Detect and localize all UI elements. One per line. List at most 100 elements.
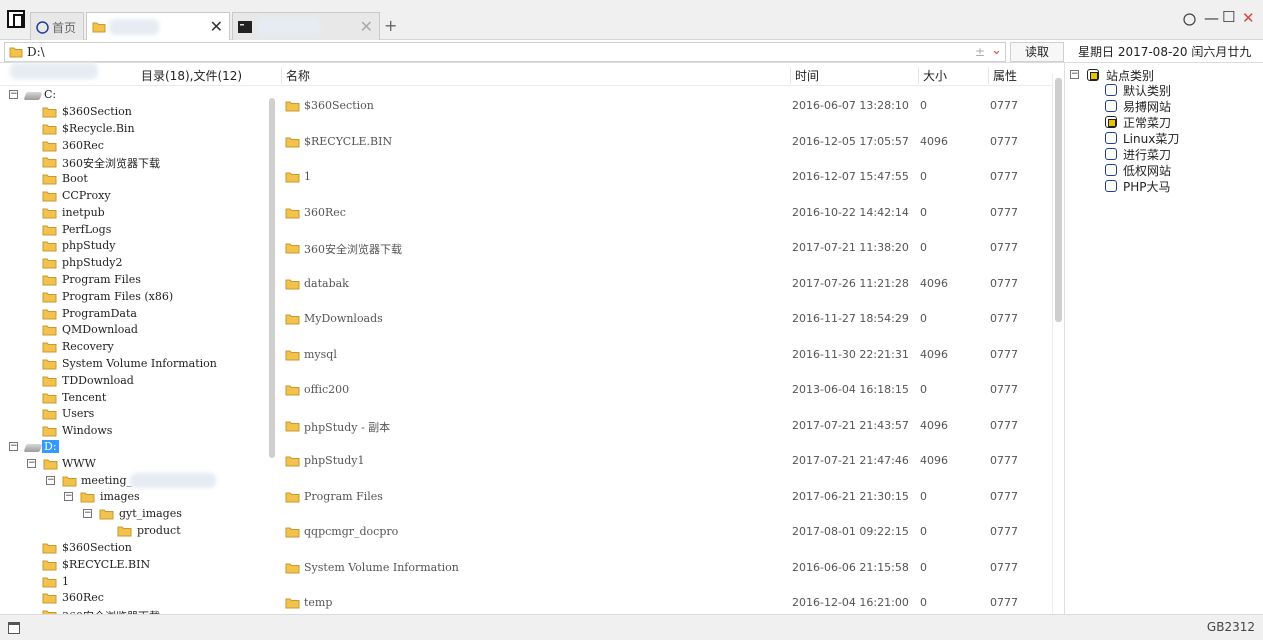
tree-folder-item[interactable]: 360安全浏览器下载 xyxy=(42,607,262,614)
bookmark-icon[interactable]: ± xyxy=(975,45,985,59)
read-button[interactable]: 读取 xyxy=(1010,42,1064,62)
file-row[interactable]: $RECYCLE.BIN 2016-12-05 17:05:57 4096 0777 xyxy=(276,132,1052,152)
tree-folder-item[interactable]: 360Rec xyxy=(42,138,262,154)
tree-folder-item[interactable]: $360Section xyxy=(42,104,262,120)
folder-icon xyxy=(92,21,106,36)
file-row[interactable]: offic200 2013-06-04 16:18:15 0 0777 xyxy=(276,380,1052,400)
tree-folder-item[interactable]: phpStudy xyxy=(42,238,262,254)
file-row[interactable]: Program Files 2017-06-21 21:30:15 0 0777 xyxy=(276,487,1052,507)
tree-folder-images[interactable]: − images xyxy=(64,489,264,505)
settings-circle-icon[interactable] xyxy=(1183,11,1196,30)
tree-folder-item[interactable]: Tencent xyxy=(42,390,262,406)
scrollbar-thumb[interactable] xyxy=(1055,78,1062,322)
tree-folder-item[interactable]: $360Section xyxy=(42,540,262,556)
tree-folder-item[interactable]: Program Files xyxy=(42,272,262,288)
file-size: 4096 xyxy=(920,276,948,290)
column-header-attr[interactable]: 属性 xyxy=(988,67,1017,84)
tree-folder-item[interactable]: 360Rec xyxy=(42,590,262,606)
folder-icon xyxy=(42,592,57,607)
file-row[interactable]: 360Rec 2016-10-22 14:42:14 0 0777 xyxy=(276,203,1052,223)
chevron-down-icon[interactable]: ⌄ xyxy=(991,43,1002,58)
tree-scrollbar[interactable] xyxy=(268,86,276,614)
folder-icon xyxy=(285,491,300,506)
tree-folder-meeting[interactable]: − meeting_ xyxy=(46,473,246,489)
column-header-time[interactable]: 时间 xyxy=(790,67,819,84)
tree-folder-product[interactable]: product xyxy=(117,523,257,539)
file-row[interactable]: phpStudy1 2017-07-21 21:47:46 4096 0777 xyxy=(276,451,1052,471)
tree-folder-gyt-images[interactable]: − gyt_images xyxy=(83,506,263,522)
collapse-icon[interactable]: − xyxy=(46,476,55,485)
file-attr: 0777 xyxy=(990,205,1018,219)
tree-folder-item[interactable]: ProgramData xyxy=(42,306,262,322)
site-category-label: PHP大马 xyxy=(1123,180,1171,194)
tab-close-icon[interactable]: ✕ xyxy=(210,17,223,36)
file-row[interactable]: MyDownloads 2016-11-27 18:54:29 0 0777 xyxy=(276,309,1052,329)
close-window-button[interactable]: ✕ xyxy=(1242,9,1255,27)
redacted-label xyxy=(10,63,98,79)
tree-folder-item[interactable]: TDDownload xyxy=(42,373,262,389)
tab-home-label: 首页 xyxy=(52,21,77,35)
tree-drive-d[interactable]: − D: xyxy=(0,439,260,455)
tree-folder-www[interactable]: − WWW xyxy=(27,456,227,472)
tree-folder-item[interactable]: 360安全浏览器下载 xyxy=(42,154,262,170)
folder-icon xyxy=(285,349,300,364)
collapse-icon[interactable]: − xyxy=(83,509,92,518)
file-row[interactable]: databak 2017-07-26 11:21:28 4096 0777 xyxy=(276,274,1052,294)
file-list-scrollbar[interactable] xyxy=(1052,74,1063,614)
collapse-icon[interactable]: − xyxy=(9,442,18,451)
scrollbar-thumb[interactable] xyxy=(269,98,275,458)
tree-folder-item[interactable]: CCProxy xyxy=(42,188,262,204)
column-header-name[interactable]: 名称 xyxy=(281,67,310,84)
drive-icon xyxy=(23,92,43,100)
tree-folder-item[interactable]: Users xyxy=(42,406,262,422)
maximize-button[interactable]: ☐ xyxy=(1222,8,1235,26)
file-row[interactable]: temp 2016-12-04 16:21:00 0 0777 xyxy=(276,593,1052,613)
path-input[interactable]: D:\ ± ⌄ xyxy=(4,42,1006,62)
file-row[interactable]: System Volume Information 2016-06-06 21:1… xyxy=(276,558,1052,578)
file-row[interactable]: 1 2016-12-07 15:47:55 0 0777 xyxy=(276,167,1052,187)
collapse-icon[interactable]: − xyxy=(9,90,18,99)
file-name: $RECYCLE.BIN xyxy=(304,134,393,148)
file-row[interactable]: qqpcmgr_docpro 2017-08-01 09:22:15 0 0777 xyxy=(276,522,1052,542)
window-icon[interactable] xyxy=(8,622,20,634)
tree-folder-item[interactable]: Recovery xyxy=(42,339,262,355)
minimize-button[interactable]: — xyxy=(1204,9,1219,27)
collapse-icon[interactable]: − xyxy=(27,459,36,468)
collapse-icon[interactable]: − xyxy=(1070,70,1079,79)
tree-folder-label: Recovery xyxy=(62,340,114,354)
tree-folder-item[interactable]: $RECYCLE.BIN xyxy=(42,557,262,573)
file-attr: 0777 xyxy=(990,489,1018,503)
file-time: 2016-06-06 21:15:58 xyxy=(792,560,909,574)
encoding-indicator[interactable]: GB2312 xyxy=(1207,620,1255,634)
folder-icon xyxy=(42,173,57,188)
add-tab-button[interactable]: + xyxy=(384,16,397,35)
tree-folder-item[interactable]: System Volume Information xyxy=(42,356,262,372)
file-row[interactable]: phpStudy - 副本 2017-07-21 21:43:57 4096 0777 xyxy=(276,416,1052,436)
file-attr: 0777 xyxy=(990,347,1018,361)
file-row[interactable]: 360安全浏览器下载 2017-07-21 11:38:20 0 0777 xyxy=(276,238,1052,258)
folder-icon xyxy=(42,308,57,323)
tree-folder-item[interactable]: PerfLogs xyxy=(42,222,262,238)
tree-folder-item[interactable]: Program Files (x86) xyxy=(42,289,262,305)
tree-folder-item[interactable]: QMDownload xyxy=(42,322,262,338)
tree-folder-item[interactable]: $Recycle.Bin xyxy=(42,121,262,137)
tree-folder-label: inetpub xyxy=(62,205,105,219)
tree-folder-item[interactable]: Windows xyxy=(42,423,262,439)
tree-folder-item[interactable]: Boot xyxy=(42,171,262,187)
tree-folder-item[interactable]: inetpub xyxy=(42,205,262,221)
file-name: databak xyxy=(304,276,349,290)
file-size: 0 xyxy=(920,241,927,254)
collapse-icon[interactable]: − xyxy=(64,492,73,501)
tab-close-icon[interactable]: ✕ xyxy=(360,17,373,36)
tree-folder-label: $360Section xyxy=(62,541,132,554)
tab-home[interactable]: 首页 xyxy=(30,12,84,40)
file-row[interactable]: mysql 2016-11-30 22:21:31 4096 0777 xyxy=(276,345,1052,365)
tree-folder-item[interactable]: phpStudy2 xyxy=(42,255,262,271)
file-row[interactable]: $360Section 2016-06-07 13:28:10 0 0777 xyxy=(276,96,1052,116)
tab-terminal[interactable]: ✕ xyxy=(232,12,380,40)
file-name: qqpcmgr_docpro xyxy=(304,525,399,538)
tree-drive-c[interactable]: − C: xyxy=(0,87,260,103)
tree-folder-item[interactable]: 1 xyxy=(42,574,262,590)
tab-file-manager[interactable]: ✕ xyxy=(86,12,230,40)
column-header-size[interactable]: 大小 xyxy=(918,67,947,84)
